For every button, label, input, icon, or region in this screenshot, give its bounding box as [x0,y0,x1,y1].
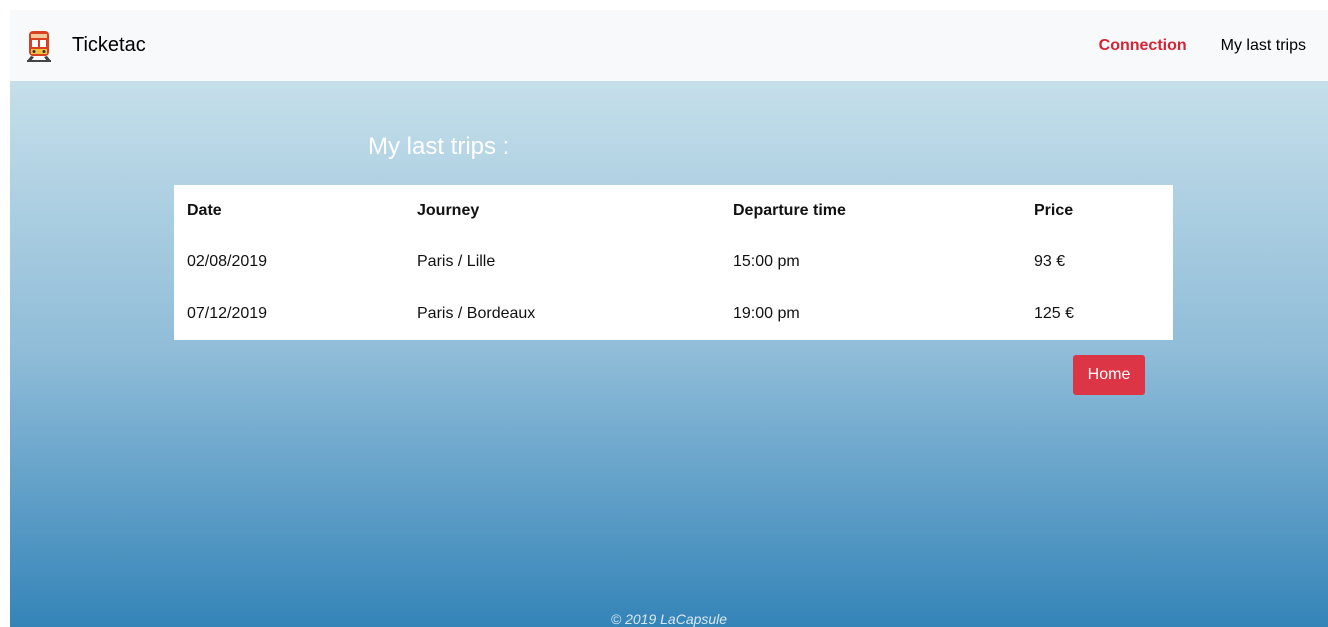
home-button[interactable]: Home [1073,355,1145,395]
footer-copyright: © 2019 LaCapsule [610,611,728,627]
cell-price: 93 € [1034,253,1066,270]
main-content: My last trips : Date Journey Departure t… [10,81,1328,627]
nav-link-last-trips[interactable]: My last trips [1221,37,1306,55]
cell-journey: Paris / Lille [417,253,496,270]
column-header-price: Price [1034,201,1074,219]
cell-journey: Paris / Bordeaux [417,305,536,322]
cell-date: 07/12/2019 [187,305,268,322]
brand[interactable]: Ticketac [26,30,146,62]
cell-price: 125 € [1034,305,1075,322]
column-header-journey: Journey [417,201,480,219]
brand-name: Ticketac [72,34,146,56]
column-header-departure: Departure time [733,201,846,219]
app-window: Ticketac Connection My last trips My las… [10,10,1328,627]
cell-departure: 19:00 pm [733,305,800,322]
cell-date: 02/08/2019 [187,253,268,270]
cell-departure: 15:00 pm [733,253,800,270]
trips-table: Date Journey Departure time Price 02/08/… [174,185,1173,340]
column-header-date: Date [187,201,222,219]
navbar: Ticketac Connection My last trips [10,10,1328,81]
table-row: 07/12/2019 Paris / Bordeaux 19:00 pm 125… [174,288,1173,340]
table-row: 02/08/2019 Paris / Lille 15:00 pm 93 € [174,236,1173,288]
table-header-row: Date Journey Departure time Price [174,185,1173,236]
nav-link-connection[interactable]: Connection [1099,37,1187,55]
nav-links: Connection My last trips [1099,37,1306,55]
train-icon [26,30,52,62]
page-title: My last trips : [368,133,510,160]
